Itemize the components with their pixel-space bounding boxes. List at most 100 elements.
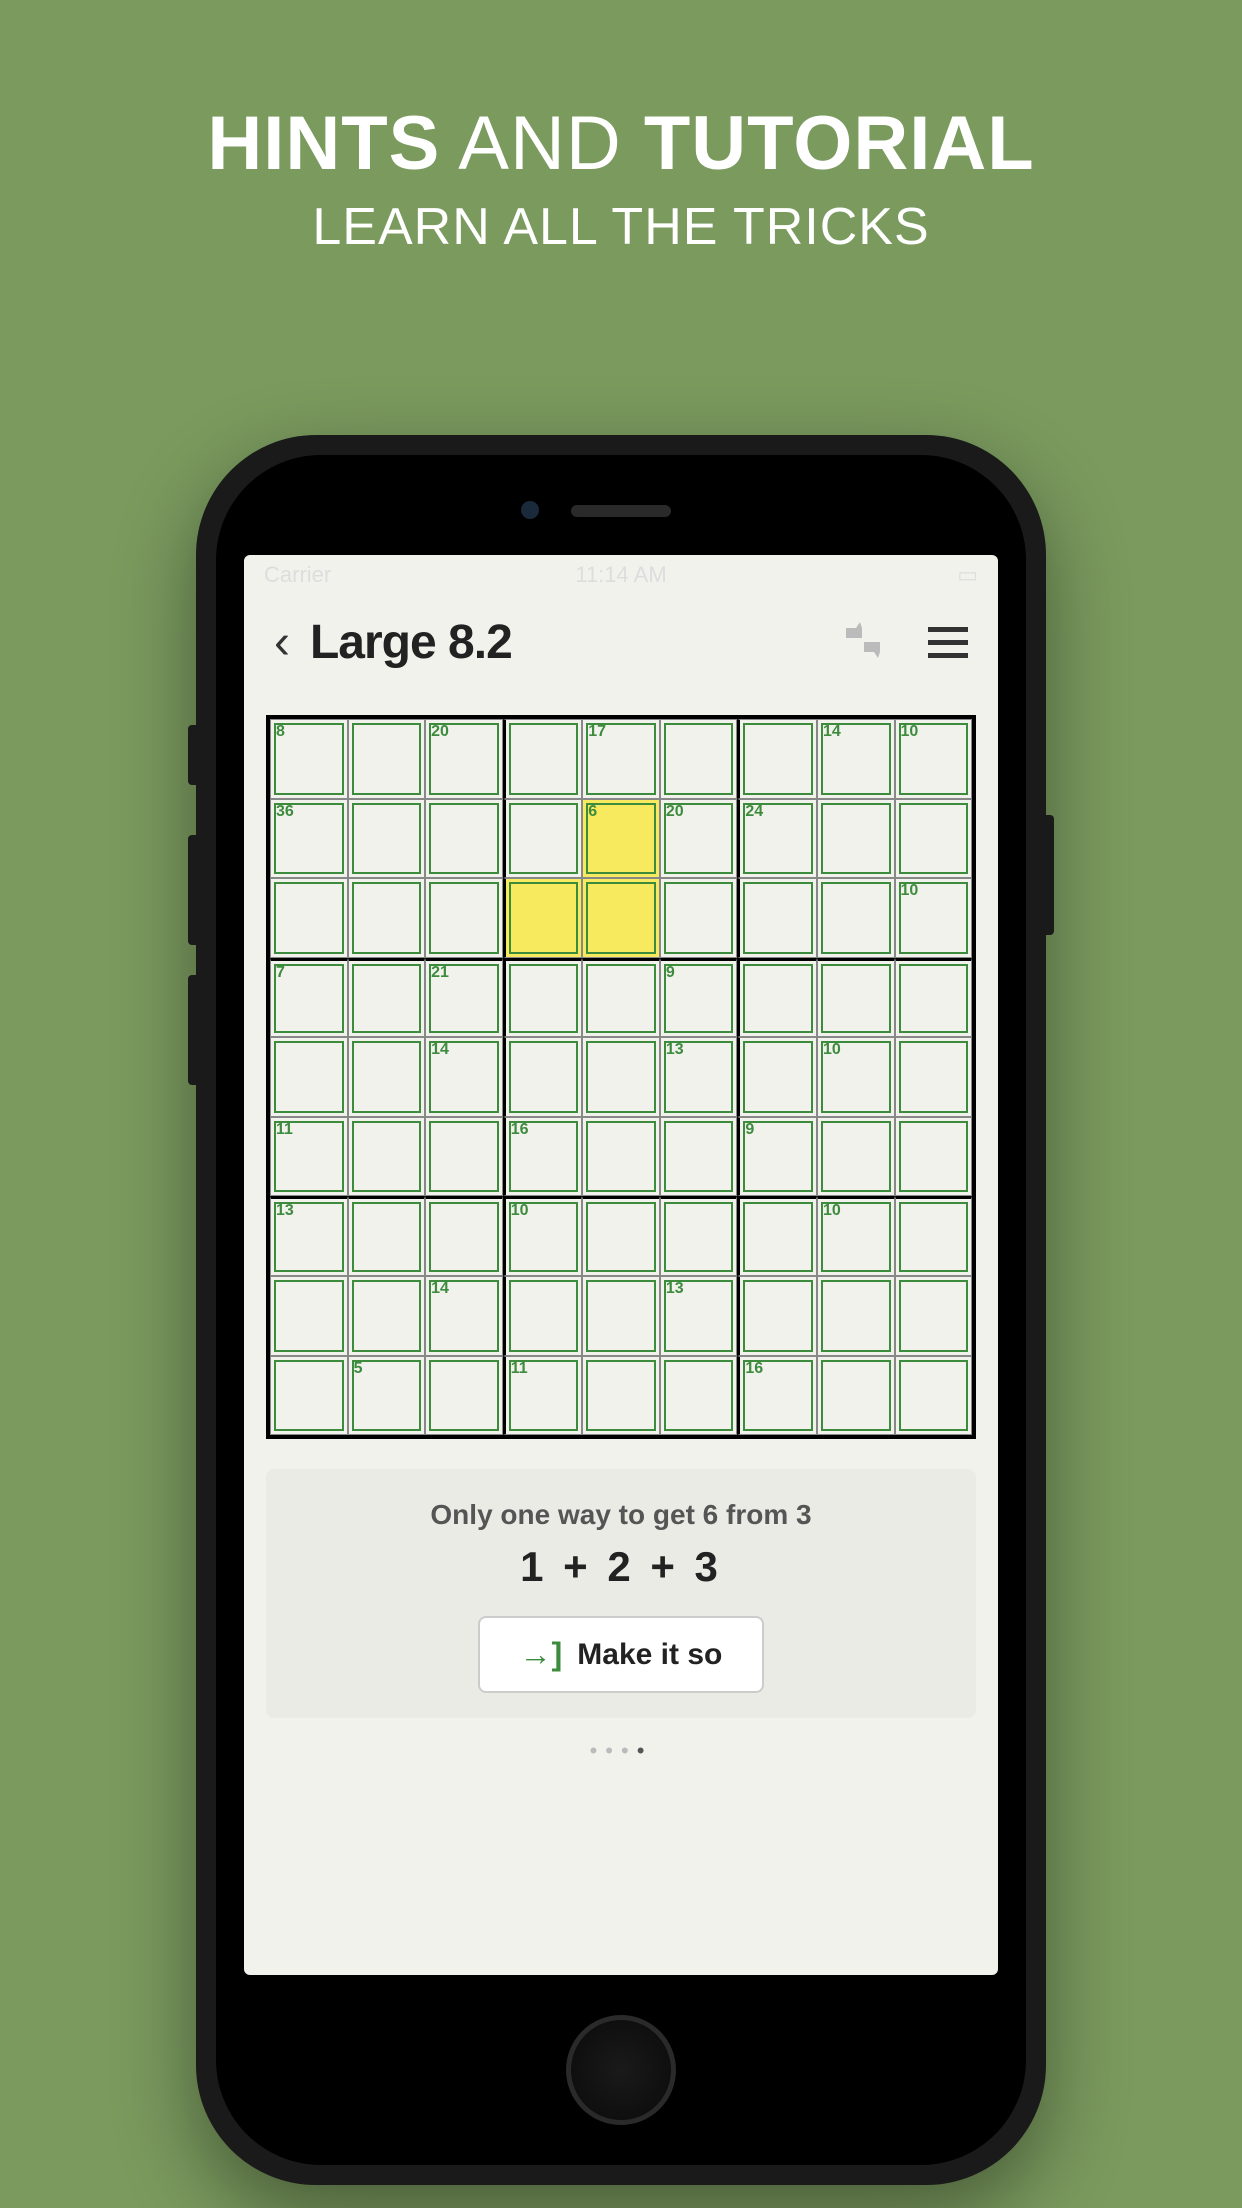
cell-2-8[interactable]: 10: [895, 878, 973, 958]
cell-4-2[interactable]: 14: [425, 1037, 503, 1117]
nav-bar: ‹ Large 8.2: [244, 595, 998, 690]
cell-5-2[interactable]: [425, 1117, 503, 1197]
cell-1-5[interactable]: 20: [660, 799, 738, 879]
cell-8-7[interactable]: [817, 1356, 895, 1436]
cell-1-2[interactable]: [425, 799, 503, 879]
cell-5-8[interactable]: [895, 1117, 973, 1197]
sudoku-grid[interactable]: 8201714103662024107219141310111691310101…: [266, 715, 976, 1439]
cell-1-1[interactable]: [348, 799, 426, 879]
cell-0-8[interactable]: 10: [895, 719, 973, 799]
cell-7-0[interactable]: [270, 1276, 348, 1356]
make-it-so-button[interactable]: →] Make it so: [478, 1616, 765, 1693]
cell-7-5[interactable]: 13: [660, 1276, 738, 1356]
cell-8-3[interactable]: 11: [503, 1356, 583, 1436]
cell-4-1[interactable]: [348, 1037, 426, 1117]
cell-4-5[interactable]: 13: [660, 1037, 738, 1117]
cage-label: 10: [901, 882, 919, 900]
cell-6-0[interactable]: 13: [270, 1196, 348, 1276]
cell-0-1[interactable]: [348, 719, 426, 799]
promo-header: HINTS AND TUTORIAL LEARN ALL THE TRICKS: [0, 0, 1242, 257]
cell-4-7[interactable]: 10: [817, 1037, 895, 1117]
cell-3-6[interactable]: [737, 958, 817, 1038]
cell-7-4[interactable]: [582, 1276, 660, 1356]
cell-6-8[interactable]: [895, 1196, 973, 1276]
cell-0-6[interactable]: [737, 719, 817, 799]
cell-6-4[interactable]: [582, 1196, 660, 1276]
cell-0-0[interactable]: 8: [270, 719, 348, 799]
cell-2-5[interactable]: [660, 878, 738, 958]
cell-8-6[interactable]: 16: [737, 1356, 817, 1436]
cell-1-7[interactable]: [817, 799, 895, 879]
cell-6-7[interactable]: 10: [817, 1196, 895, 1276]
cell-3-4[interactable]: [582, 958, 660, 1038]
cell-5-4[interactable]: [582, 1117, 660, 1197]
cell-8-4[interactable]: [582, 1356, 660, 1436]
cell-4-0[interactable]: [270, 1037, 348, 1117]
cell-7-7[interactable]: [817, 1276, 895, 1356]
cell-1-4[interactable]: 6: [582, 799, 660, 879]
arrow-icon: →]: [520, 1636, 563, 1673]
menu-button[interactable]: [928, 627, 968, 658]
page-title: Large 8.2: [310, 615, 512, 670]
cell-2-6[interactable]: [737, 878, 817, 958]
cell-2-7[interactable]: [817, 878, 895, 958]
cage-label: 16: [745, 1360, 763, 1378]
cell-8-1[interactable]: 5: [348, 1356, 426, 1436]
cell-0-4[interactable]: 17: [582, 719, 660, 799]
cell-0-5[interactable]: [660, 719, 738, 799]
cell-5-1[interactable]: [348, 1117, 426, 1197]
promo-title-hints: HINTS: [207, 101, 440, 186]
cell-7-6[interactable]: [737, 1276, 817, 1356]
cell-8-8[interactable]: [895, 1356, 973, 1436]
cell-3-1[interactable]: [348, 958, 426, 1038]
pagination-dots[interactable]: ••••: [244, 1738, 998, 1764]
cell-5-0[interactable]: 11: [270, 1117, 348, 1197]
cell-4-3[interactable]: [503, 1037, 583, 1117]
cell-8-5[interactable]: [660, 1356, 738, 1436]
cell-4-8[interactable]: [895, 1037, 973, 1117]
cell-3-7[interactable]: [817, 958, 895, 1038]
cell-5-3[interactable]: 16: [503, 1117, 583, 1197]
cell-0-7[interactable]: 14: [817, 719, 895, 799]
cell-5-6[interactable]: 9: [737, 1117, 817, 1197]
promo-title-and: AND: [440, 101, 644, 186]
cell-5-5[interactable]: [660, 1117, 738, 1197]
cell-2-1[interactable]: [348, 878, 426, 958]
cell-7-3[interactable]: [503, 1276, 583, 1356]
cell-4-6[interactable]: [737, 1037, 817, 1117]
cell-3-8[interactable]: [895, 958, 973, 1038]
cell-1-3[interactable]: [503, 799, 583, 879]
home-button[interactable]: [566, 2015, 676, 2125]
cell-8-2[interactable]: [425, 1356, 503, 1436]
status-battery-icon: ▭: [957, 562, 978, 588]
cage-label: 16: [511, 1121, 529, 1139]
cell-6-2[interactable]: [425, 1196, 503, 1276]
cell-2-3[interactable]: [503, 878, 583, 958]
cell-1-8[interactable]: [895, 799, 973, 879]
cell-1-0[interactable]: 36: [270, 799, 348, 879]
cell-2-4[interactable]: [582, 878, 660, 958]
cell-6-1[interactable]: [348, 1196, 426, 1276]
cell-0-3[interactable]: [503, 719, 583, 799]
cell-0-2[interactable]: 20: [425, 719, 503, 799]
cell-3-3[interactable]: [503, 958, 583, 1038]
back-button[interactable]: ‹: [274, 615, 290, 670]
cell-6-6[interactable]: [737, 1196, 817, 1276]
feedback-icon[interactable]: [838, 620, 888, 665]
cell-7-2[interactable]: 14: [425, 1276, 503, 1356]
cell-3-5[interactable]: 9: [660, 958, 738, 1038]
cell-3-2[interactable]: 21: [425, 958, 503, 1038]
cell-8-0[interactable]: [270, 1356, 348, 1436]
cell-5-7[interactable]: [817, 1117, 895, 1197]
hint-text: Only one way to get 6 from 3: [286, 1499, 956, 1531]
cell-4-4[interactable]: [582, 1037, 660, 1117]
cell-1-6[interactable]: 24: [737, 799, 817, 879]
cage-label: 14: [823, 723, 841, 741]
cell-6-5[interactable]: [660, 1196, 738, 1276]
cell-2-0[interactable]: [270, 878, 348, 958]
cell-6-3[interactable]: 10: [503, 1196, 583, 1276]
cell-7-8[interactable]: [895, 1276, 973, 1356]
cell-2-2[interactable]: [425, 878, 503, 958]
cell-3-0[interactable]: 7: [270, 958, 348, 1038]
cell-7-1[interactable]: [348, 1276, 426, 1356]
